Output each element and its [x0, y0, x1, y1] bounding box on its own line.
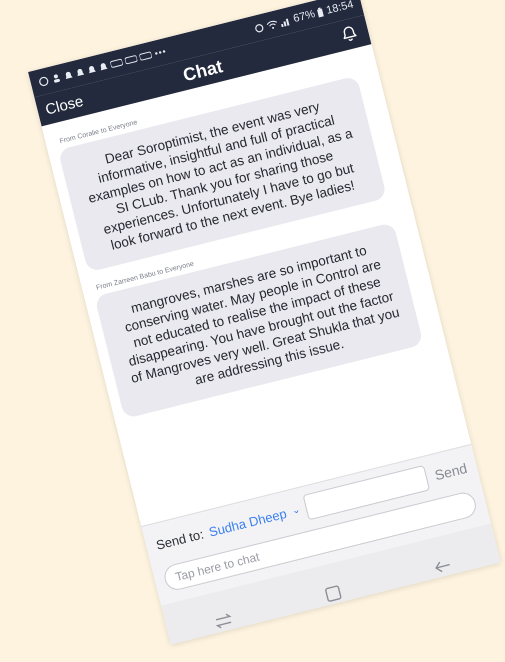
back-arrow-icon — [435, 561, 451, 573]
clock-time: 18:54 — [325, 0, 355, 17]
bell-notification-icon — [89, 66, 96, 74]
message-list[interactable]: From Coralie to Everyone Dear Soroptimis… — [41, 44, 472, 527]
more-dots-icon — [155, 50, 166, 55]
bell-notification-icon — [77, 69, 85, 77]
app-notification-icon — [124, 55, 138, 65]
send-to-label: Send to: — [154, 526, 206, 553]
bell-notification-icon — [100, 63, 108, 71]
chevron-down-icon[interactable]: ⌄ — [291, 504, 302, 517]
battery-icon — [317, 7, 325, 18]
recent-apps-button[interactable] — [205, 603, 241, 639]
send-button[interactable]: Send — [431, 460, 469, 484]
bell-notification-icon — [65, 71, 73, 80]
back-button[interactable] — [425, 548, 461, 584]
phone-screen: 67% 18:54 Close Chat From Coralie to Eve… — [28, 0, 501, 645]
recent-apps-icon — [215, 613, 232, 629]
alarm-icon — [255, 24, 264, 33]
home-square-icon — [325, 585, 342, 602]
home-button[interactable] — [315, 575, 351, 611]
recipient-selector[interactable]: Sudha Dheep — [207, 505, 288, 539]
person-icon — [53, 74, 60, 83]
signal-icon — [281, 17, 290, 27]
app-notification-icon — [109, 58, 124, 68]
wifi-icon — [266, 20, 278, 29]
app-notification-icon — [139, 51, 153, 61]
whatsapp-icon — [39, 76, 49, 87]
battery-percent: 67% — [292, 8, 317, 26]
photo-background: 67% 18:54 Close Chat From Coralie to Eve… — [0, 0, 505, 662]
